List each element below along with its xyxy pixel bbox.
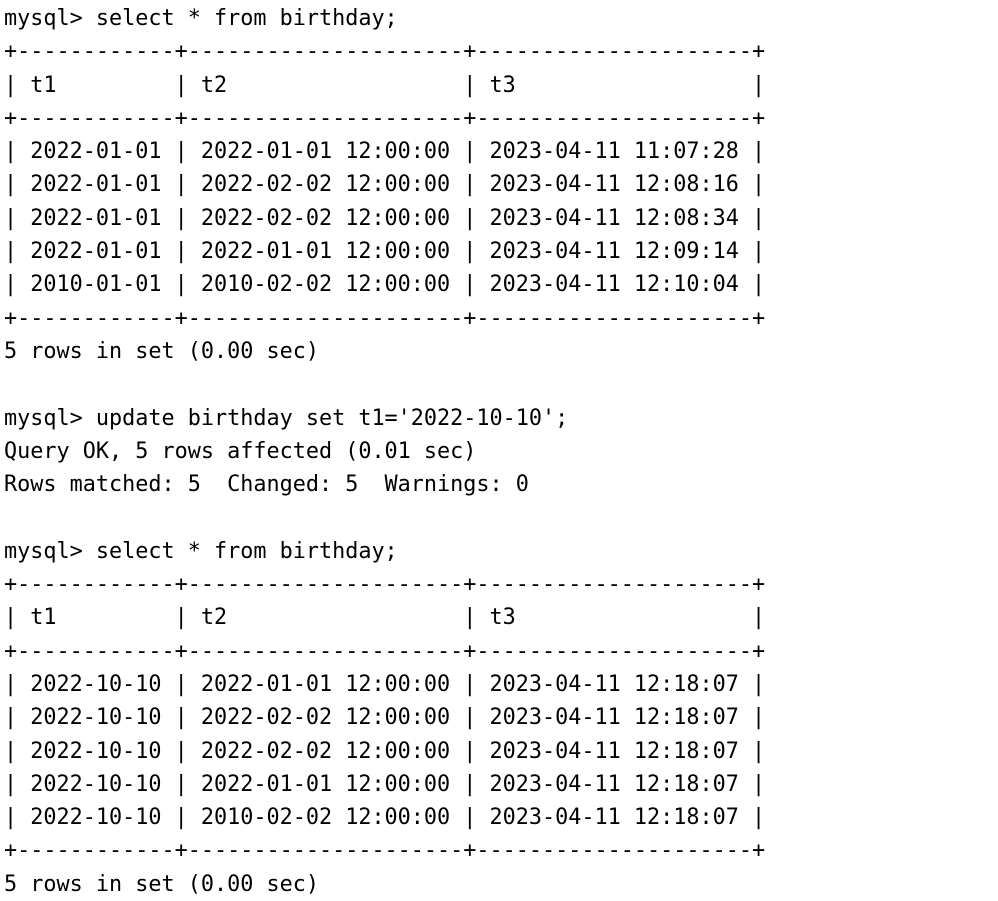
command-line: mysql> select * from birthday; [4, 6, 398, 31]
table-row: | 2022-10-10 | 2022-02-02 12:00:00 | 202… [4, 705, 766, 731]
status-line: 5 rows in set (0.00 sec) [4, 871, 319, 897]
status-line: Query OK, 5 rows affected (0.01 sec) [4, 438, 477, 464]
table-header-row: | t1 | t2 | t3 | [4, 605, 766, 631]
table-border-top: +------------+---------------------+----… [4, 572, 766, 598]
command-line: mysql> update birthday set t1='2022-10-1… [4, 405, 569, 431]
status-line: 5 rows in set (0.00 sec) [4, 338, 319, 364]
terminal-output: mysql> select * from birthday; +---------… [0, 0, 998, 901]
status-line: Rows matched: 5 Changed: 5 Warnings: 0 [4, 472, 529, 498]
table-row: | 2022-01-01 | 2022-01-01 12:00:00 | 202… [4, 239, 766, 265]
table-row: | 2022-01-01 | 2022-02-02 12:00:00 | 202… [4, 205, 766, 231]
table-border-mid: +------------+---------------------+----… [4, 638, 766, 664]
command-line: mysql> select * from birthday; [4, 538, 398, 564]
table-border-bottom: +------------+---------------------+----… [4, 305, 766, 331]
table-row: | 2022-10-10 | 2022-01-01 12:00:00 | 202… [4, 671, 766, 697]
table-border-top: +------------+---------------------+----… [4, 39, 766, 65]
table-row: | 2022-10-10 | 2022-02-02 12:00:00 | 202… [4, 738, 766, 764]
table-row: | 2022-01-01 | 2022-02-02 12:00:00 | 202… [4, 172, 766, 198]
table-row: | 2022-10-10 | 2010-02-02 12:00:00 | 202… [4, 805, 766, 831]
table-border-mid: +------------+---------------------+----… [4, 105, 766, 131]
table-row: | 2022-10-10 | 2022-01-01 12:00:00 | 202… [4, 771, 766, 797]
table-row: | 2022-01-01 | 2022-01-01 12:00:00 | 202… [4, 139, 766, 165]
table-header-row: | t1 | t2 | t3 | [4, 72, 766, 98]
table-row: | 2010-01-01 | 2010-02-02 12:00:00 | 202… [4, 272, 766, 298]
table-border-bottom: +------------+---------------------+----… [4, 838, 766, 864]
